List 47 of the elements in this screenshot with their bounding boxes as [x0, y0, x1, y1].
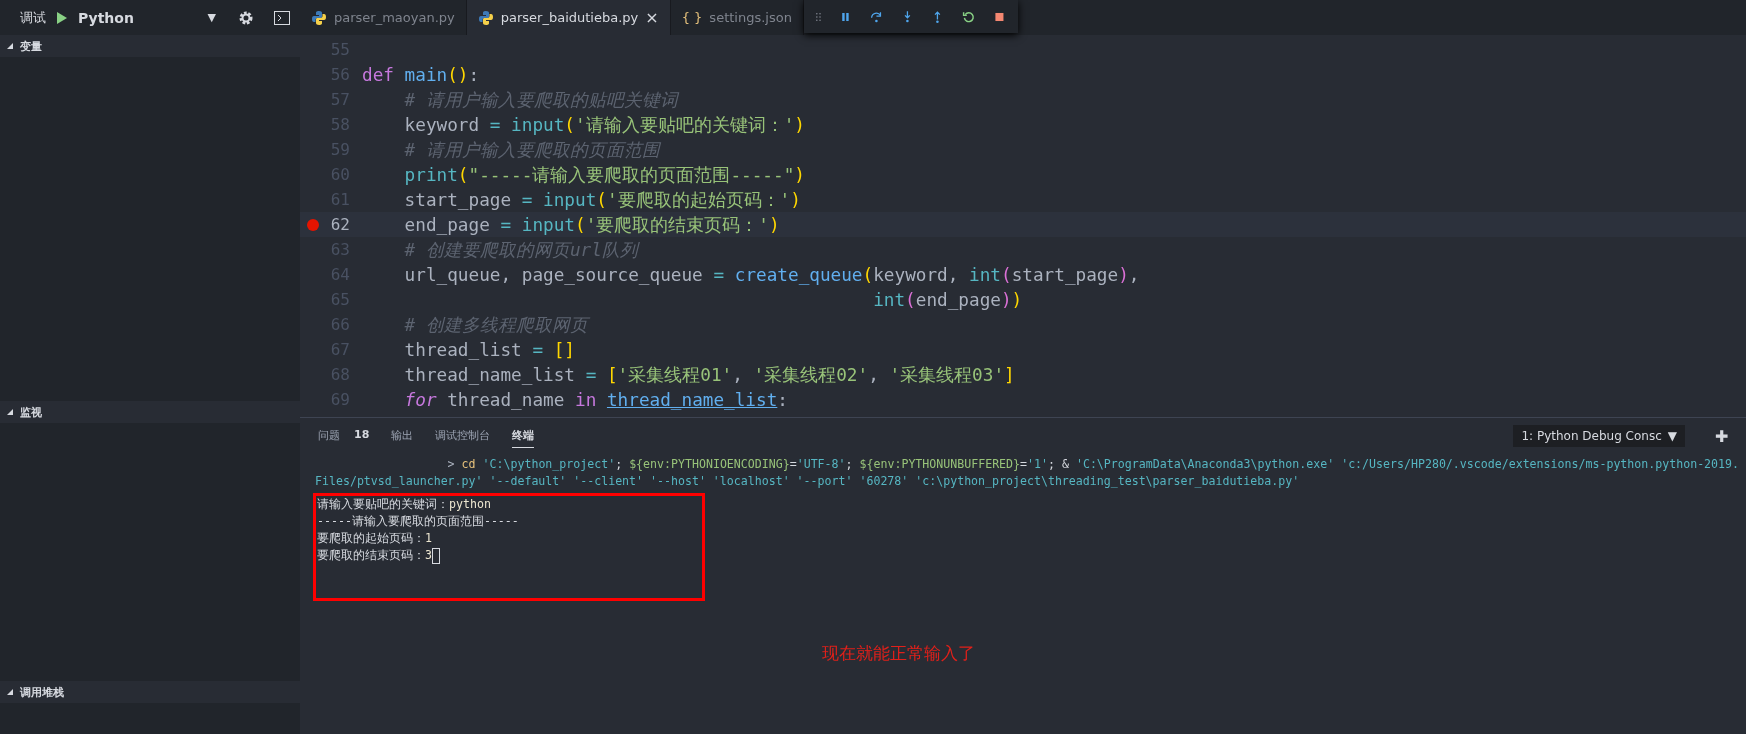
- close-icon[interactable]: ×: [645, 8, 659, 27]
- python-file-icon: [477, 9, 494, 26]
- breakpoint-dot[interactable]: [307, 218, 319, 231]
- section-title: 变量: [20, 38, 42, 54]
- terminal-line: 要爬取的起始页码：1: [317, 530, 432, 547]
- start-debugging-icon[interactable]: [56, 10, 68, 25]
- drag-handle-icon[interactable]: [816, 10, 821, 23]
- annotation-text: 现在就能正常输入了: [822, 643, 975, 665]
- section-title: 调用堆栈: [20, 684, 64, 700]
- terminal-icon[interactable]: [274, 10, 290, 25]
- terminal-selector[interactable]: 1: Python Debug Consc ▼: [1513, 425, 1685, 447]
- debug-label: 调试: [20, 8, 46, 27]
- code-line: print("-----请输入要爬取的页面范围-----"): [403, 163, 805, 187]
- section-header[interactable]: 变量: [0, 35, 300, 57]
- terminal-line: > cd 'C:\python_project'; ${env:PYTHONIOENCODING}='UTF-8'; ${env:PYTHONUNBUFFERED}='1'; & 'C:\ProgramData\Anaconda3\python.exe' 'c:/Users/HP280/.vscode/extensions/ms-python.python-2019.: [446, 456, 1740, 473]
- settings-icon[interactable]: [238, 9, 254, 26]
- section-title: 监视: [20, 404, 42, 420]
- code-line: int(end_page)): [872, 289, 1023, 310]
- code-line: end_page = input('要爬取的结束页码：'): [403, 213, 780, 237]
- code-line: thread_list = []: [403, 339, 575, 360]
- configuration-name[interactable]: Python: [78, 9, 198, 26]
- code-line: for thread_name in thread_name_list:: [403, 389, 788, 410]
- editor-tab[interactable]: parser_baidutieba.py ×: [466, 0, 671, 35]
- configuration-dropdown[interactable]: ▼: [207, 11, 216, 24]
- code-line: thread_name_list = ['采集线程01', '采集线程02', '采集线程03']: [403, 363, 1015, 387]
- terminal-line: -----请输入要爬取的页面范围-----: [317, 513, 519, 530]
- section-header[interactable]: 调用堆栈: [0, 681, 300, 703]
- code-line: # 请用户输入要爬取的页面范围: [403, 138, 660, 162]
- terminal-line: Files/ptvsd_launcher.py' '--default' '--client' '--host' 'localhost' '--port' '60278' 'c:\python_project\threading_test\parser_baidutieba.py': [315, 473, 1300, 490]
- python-file-icon: [311, 9, 327, 26]
- code-line: # 创建要爬取的网页url队列: [403, 238, 638, 262]
- panel-tab[interactable]: 调试控制台: [435, 424, 491, 448]
- terminal-line: 请输入要贴吧的关键词：python: [317, 496, 491, 513]
- code-line: def main():: [362, 64, 480, 85]
- section-header[interactable]: 监视: [0, 401, 300, 423]
- new-terminal-button[interactable]: ✚: [1715, 426, 1728, 446]
- panel-tab[interactable]: 输出: [391, 424, 414, 448]
- code-line: url_queue, page_source_queue = create_queue(keyword, int(start_page),: [403, 264, 1140, 285]
- code-line: start_page = input('要爬取的起始页码：'): [403, 188, 801, 212]
- panel-tab[interactable]: 问题 18: [318, 424, 370, 448]
- code-line: # 请用户输入要爬取的贴吧关键词: [403, 88, 678, 112]
- line-number: 62: [330, 215, 350, 234]
- terminal-line: 要爬取的结束页码：3: [317, 547, 432, 564]
- panel-tab[interactable]: 终端: [512, 424, 535, 448]
- code-line: keyword = input('请输入要贴吧的关键词：'): [403, 113, 805, 137]
- code-line: # 创建多线程爬取网页: [403, 313, 588, 337]
- json-file-icon: { }: [681, 10, 703, 25]
